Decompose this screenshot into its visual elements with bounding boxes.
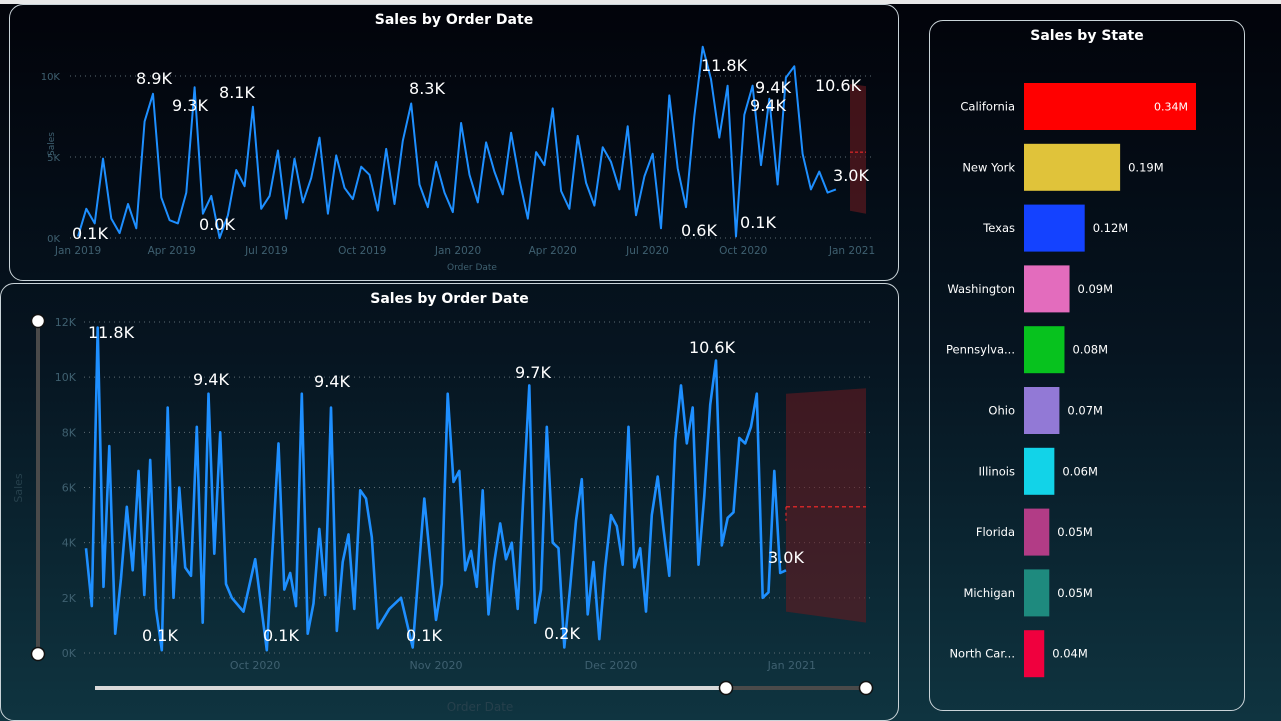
state-sales-bar [1024,387,1060,434]
state-category-label: California [960,100,1015,114]
state-sales-bar [1024,630,1045,678]
state-category-label: Michigan [963,586,1015,600]
state-sales-bar [1024,569,1050,617]
state-bar-chart[interactable]: California 0.34M New York 0.19M Texas 0.12M Wa… [0,0,1281,721]
state-category-label: Texas [982,221,1015,235]
state-category-label: New York [962,160,1015,174]
state-value-label: 0.05M [1057,586,1093,600]
state-value-label: 0.08M [1072,343,1108,357]
state-value-label: 0.04M [1052,647,1088,661]
state-sales-bar [1024,326,1065,374]
state-sales-bar [1024,204,1085,252]
state-value-label: 0.19M [1128,160,1164,174]
state-value-label: 0.07M [1067,404,1103,418]
state-category-label: North Car... [949,647,1015,661]
state-value-label: 0.05M [1057,525,1093,539]
state-value-label: 0.34M [1154,101,1188,114]
state-sales-bar [1024,447,1055,495]
state-sales-bar [1024,265,1070,313]
state-value-label: 0.09M [1078,282,1114,296]
state-category-label: Washington [947,282,1015,296]
state-sales-bar [1024,143,1121,191]
state-category-label: Pennsylva... [946,343,1015,357]
state-category-label: Florida [976,525,1015,539]
state-value-label: 0.06M [1062,464,1098,478]
state-category-label: Ohio [988,404,1015,418]
state-sales-bar [1024,508,1050,556]
state-category-label: Illinois [979,464,1016,478]
state-value-label: 0.12M [1093,221,1129,235]
